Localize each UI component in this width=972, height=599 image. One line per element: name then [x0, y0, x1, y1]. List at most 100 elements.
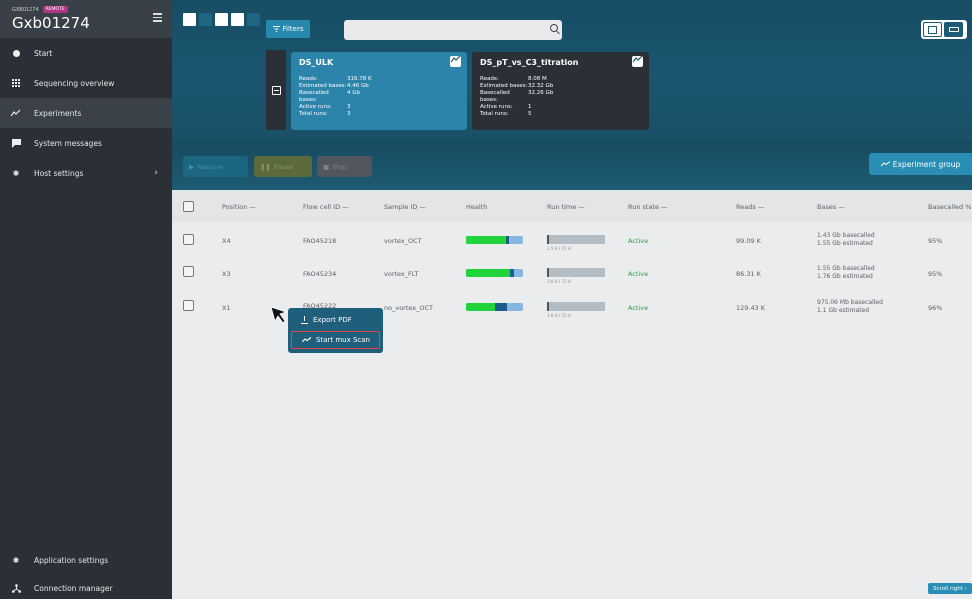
health-bar — [466, 236, 523, 244]
collapse-icon — [271, 85, 281, 95]
bases-cell: 975.06 Mb basecalled 1.1 Gb estimated — [817, 299, 883, 314]
position-cell: X4 — [222, 237, 231, 245]
run-time-bar — [547, 268, 605, 277]
column-run-time[interactable]: Run time — — [547, 203, 585, 211]
stop-button[interactable]: ■ Stop — [317, 156, 372, 177]
experiments-table: Position — Flow cell ID — Sample ID — He… — [172, 190, 972, 599]
run-time-label: 3.6 H / 72 H — [547, 313, 571, 318]
view-selector[interactable] — [183, 13, 260, 26]
sidebar-item-experiments[interactable]: Experiments — [0, 98, 172, 128]
sidebar-item-label: Host settings — [34, 168, 84, 178]
sidebar-item-host-settings[interactable]: ✱ Host settings › — [0, 158, 172, 188]
gear-icon: ✱ — [12, 168, 20, 178]
experiment-group-button[interactable]: Experiment group — [869, 153, 972, 175]
device-title: Gxb01274 — [12, 14, 90, 32]
experiment-card[interactable]: DS_ULK Reads: 316.78 K Estimated bases: 4.… — [291, 52, 467, 130]
collapse-cards-tab[interactable] — [266, 50, 286, 130]
single-view-icon[interactable] — [923, 22, 942, 37]
mouse-cursor-icon — [270, 306, 288, 324]
reads-cell: 86.31 K — [736, 270, 761, 278]
experiment-card-title: DS_pT_vs_C3_titration — [480, 58, 579, 67]
device-id-small: GXB01274 — [12, 6, 39, 13]
sidebar-item-start[interactable]: Start — [0, 38, 172, 68]
chart-icon[interactable] — [450, 55, 461, 67]
health-warn-segment — [494, 303, 508, 311]
play-icon: ▶ — [189, 162, 194, 171]
reads-cell: 99.09 K — [736, 237, 761, 245]
health-bar — [466, 303, 523, 311]
sample-id: no_vortex_OCT — [384, 304, 433, 312]
chart-icon[interactable] — [632, 55, 643, 67]
layout-toggle[interactable] — [921, 20, 967, 39]
chart-line-icon — [302, 337, 311, 343]
start-mux-scan-menu-item[interactable]: Start mux Scan — [291, 331, 380, 349]
sidebar-item-label: Connection manager — [34, 583, 113, 593]
health-good-segment — [466, 236, 506, 244]
run-time-label: 3.5 H / 72 H — [547, 246, 571, 251]
bases-cell: 1.55 Gb basecalled 1.76 Gb estimated — [817, 265, 875, 280]
pause-icon: ❚❚ — [260, 162, 271, 171]
export-pdf-menu-item[interactable]: Export PDF — [291, 311, 380, 329]
column-reads[interactable]: Reads — — [736, 203, 764, 211]
device-header: GXB01274 REMOTE Gxb01274 — [0, 0, 172, 38]
context-menu: Export PDF Start mux Scan — [288, 308, 383, 353]
column-sample-id[interactable]: Sample ID — — [384, 203, 426, 211]
reads-cell: 129.43 K — [736, 304, 766, 312]
sample-id: vortex_OCT — [384, 237, 422, 245]
experiments-header: Filters DS_ULK Reads: 316.78 K Estimated … — [172, 0, 972, 190]
resume-button[interactable]: ▶ Resume — [183, 156, 248, 177]
sidebar-item-label: Start — [34, 48, 53, 58]
search-input[interactable] — [344, 20, 562, 40]
health-warn-segment — [509, 269, 515, 277]
view-square-icon[interactable] — [231, 13, 244, 26]
row-checkbox[interactable] — [183, 266, 194, 277]
search-icon[interactable] — [550, 24, 558, 32]
view-square-icon[interactable] — [215, 13, 228, 26]
column-flow-cell-id[interactable]: Flow cell ID — — [303, 203, 349, 211]
view-square-icon[interactable] — [247, 13, 260, 26]
health-warn-segment — [505, 236, 510, 244]
sidebar-item-connection-manager[interactable]: Connection manager — [0, 573, 172, 599]
scroll-right-button[interactable]: Scroll right › — [928, 583, 972, 594]
message-icon — [11, 138, 21, 148]
sidebar-item-application-settings[interactable]: ✱ Application settings — [0, 545, 172, 575]
row-checkbox[interactable] — [183, 234, 194, 245]
basecalled-cell: 96% — [928, 304, 943, 312]
column-run-state[interactable]: Run state — — [628, 203, 668, 211]
filters-button[interactable]: Filters — [266, 20, 310, 38]
view-square-icon[interactable] — [183, 13, 196, 26]
sidebar-item-system-messages[interactable]: System messages — [0, 128, 172, 158]
run-state: Active — [628, 304, 649, 312]
view-square-icon[interactable] — [199, 13, 212, 26]
wide-view-icon[interactable] — [944, 22, 963, 37]
chevron-right-icon: › — [154, 168, 158, 178]
flow-cell-id: FAO45234 — [303, 270, 337, 278]
sidebar-item-sequencing-overview[interactable]: Sequencing overview — [0, 68, 172, 98]
column-position[interactable]: Position — — [222, 203, 256, 211]
gear-icon: ✱ — [12, 555, 20, 565]
stop-icon: ■ — [323, 162, 330, 171]
experiment-card[interactable]: DS_pT_vs_C3_titration Reads: 8.08 M Estim… — [472, 52, 649, 130]
chart-line-icon — [880, 161, 890, 167]
table-header: Position — Flow cell ID — Sample ID — He… — [172, 190, 972, 222]
sidebar-item-label: Application settings — [34, 555, 109, 565]
position-cell: X1 — [222, 304, 231, 312]
chart-line-icon — [11, 108, 21, 118]
grid-icon — [11, 78, 21, 88]
select-all-checkbox[interactable] — [183, 201, 194, 212]
pause-button[interactable]: ❚❚ Pause — [254, 156, 312, 177]
health-good-segment — [466, 269, 510, 277]
play-circle-icon — [11, 48, 21, 58]
network-icon — [11, 583, 21, 593]
run-time-bar — [547, 235, 605, 244]
run-time-label: 3.6 H / 72 H — [547, 279, 571, 284]
sidebar-item-label: Experiments — [34, 108, 82, 118]
basecalled-cell: 95% — [928, 237, 943, 245]
column-basecalled: Basecalled % — [928, 203, 972, 211]
row-checkbox[interactable] — [183, 300, 194, 311]
run-state: Active — [628, 270, 649, 278]
column-health: Health — [466, 203, 488, 211]
run-state: Active — [628, 237, 649, 245]
menu-icon[interactable] — [153, 13, 162, 24]
column-bases[interactable]: Bases — — [817, 203, 845, 211]
